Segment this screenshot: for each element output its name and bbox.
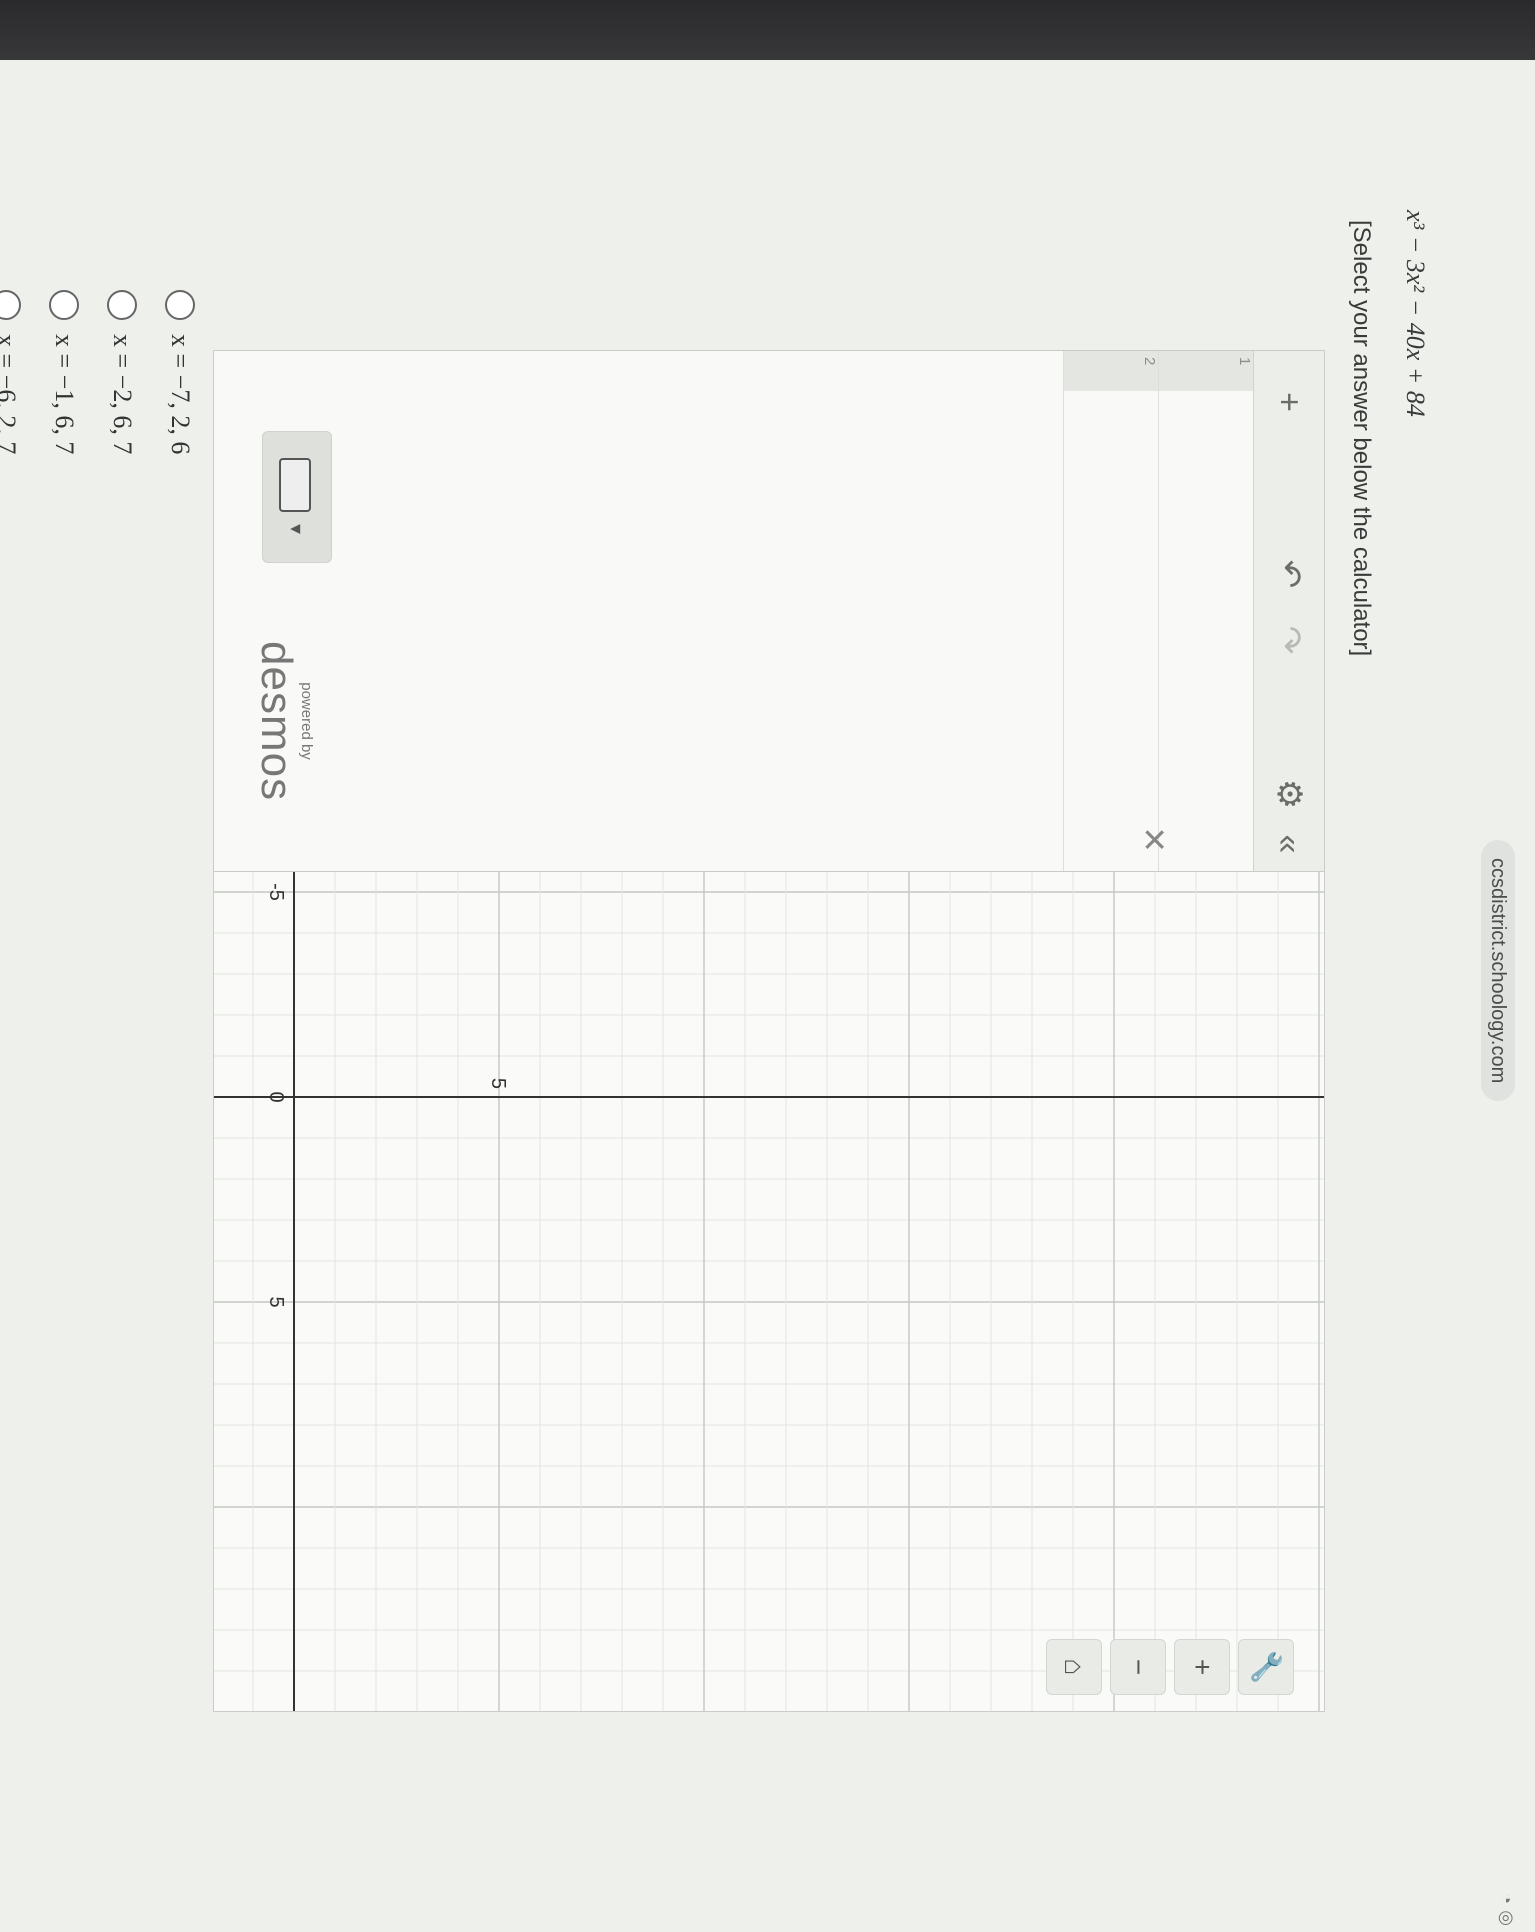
graph-grid: -10-5055-5-10 xyxy=(214,872,1324,1711)
choice-label: x = −1, 6, 7 xyxy=(50,334,79,455)
choice-option[interactable]: x = −2, 6, 7 xyxy=(102,290,142,454)
plus-icon: + xyxy=(1270,392,1308,412)
choice-option[interactable]: x = −1, 6, 7 xyxy=(44,290,84,454)
redo-icon: ↷ xyxy=(1270,625,1308,655)
expression-row[interactable]: 1 ✕ xyxy=(1136,351,1253,871)
expression-row[interactable]: 2 xyxy=(1063,351,1158,871)
radio-button[interactable] xyxy=(107,290,137,320)
expression-index: 1 xyxy=(1159,351,1253,391)
expression-panel: + ↶ ↷ ⚙ « 1 ✕ 2 ▾ powered by desmos xyxy=(214,351,1324,872)
choice-label: x = −2, 6, 7 xyxy=(108,334,137,455)
choice-label: x = −6, 2, 7 xyxy=(0,334,21,454)
x-tick-label: 0 xyxy=(265,1091,287,1102)
expression-index: 2 xyxy=(1064,351,1158,391)
choice-option[interactable]: x = −6, 2, 7 xyxy=(0,290,26,454)
question-expression: x³ − 3x² − 40x + 84 xyxy=(1401,210,1430,417)
url-bar[interactable]: ccsdistrict.schoology.com xyxy=(1481,840,1515,1102)
x-tick-label: -5 xyxy=(265,883,287,901)
collapse-panel-button[interactable]: « xyxy=(1266,821,1312,867)
triangle-icon: ▾ xyxy=(285,524,307,535)
question-instructions: [Select your answer below the calculator… xyxy=(1348,220,1375,657)
browser-status-icons: ◔◎ xyxy=(1496,1893,1517,1932)
graph-controls: 🔧 + − ⌂ xyxy=(1038,1639,1294,1699)
radio-button[interactable] xyxy=(165,290,195,320)
add-expression-button[interactable]: + xyxy=(1266,379,1312,425)
keyboard-icon xyxy=(279,458,311,512)
gear-icon: ⚙ xyxy=(1270,778,1308,810)
expression-toolbar: + ↶ ↷ ⚙ « xyxy=(1253,351,1324,871)
redo-button[interactable]: ↷ xyxy=(1266,617,1312,663)
url-text: ccsdistrict.schoology.com xyxy=(1487,858,1509,1084)
rotated-page: ccsdistrict.schoology.com ◔◎ x³ − 3x² − … xyxy=(0,60,1535,1932)
y-tick-label: 5 xyxy=(487,1078,509,1089)
zoom-in-icon[interactable]: + xyxy=(1174,1639,1230,1695)
x-tick-label: 5 xyxy=(265,1296,287,1307)
settings-button[interactable]: ⚙ xyxy=(1266,771,1312,817)
desmos-branding: powered by desmos xyxy=(252,641,315,802)
zoom-out-icon[interactable]: − xyxy=(1110,1639,1166,1695)
desmos-calculator: + ↶ ↷ ⚙ « 1 ✕ 2 ▾ powered by desmos -5 0… xyxy=(213,350,1325,1712)
choice-label: x = −7, 2, 6 xyxy=(166,334,195,455)
undo-icon: ↶ xyxy=(1270,559,1308,589)
wrench-icon[interactable]: 🔧 xyxy=(1238,1639,1294,1695)
keypad-toggle-button[interactable]: ▾ xyxy=(262,431,332,563)
double-chevron-icon: « xyxy=(1270,834,1308,854)
graph-paper[interactable]: -10-5055-5-10 🔧 + − ⌂ xyxy=(214,872,1324,1711)
browser-screen: ccsdistrict.schoology.com ◔◎ x³ − 3x² − … xyxy=(0,60,1535,1932)
home-icon[interactable]: ⌂ xyxy=(1046,1639,1102,1695)
radio-button[interactable] xyxy=(49,290,79,320)
wifi-icon: ◔ xyxy=(1497,1893,1517,1911)
desmos-logo-text: desmos xyxy=(252,641,301,802)
undo-button[interactable]: ↶ xyxy=(1266,551,1312,597)
battery-icon: ◎ xyxy=(1497,1910,1517,1932)
choice-option[interactable]: x = −7, 2, 6 xyxy=(160,290,200,454)
radio-button[interactable] xyxy=(0,290,21,320)
